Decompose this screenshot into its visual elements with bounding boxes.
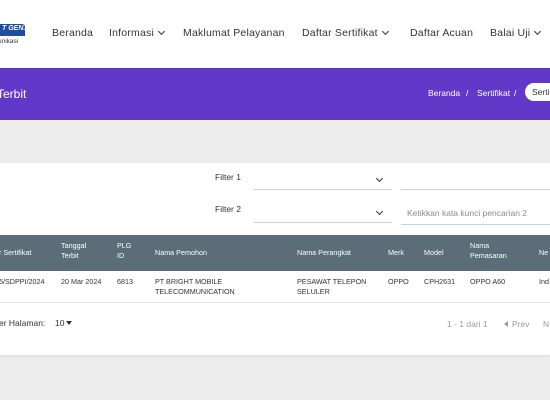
nav-label: Beranda [52,27,94,39]
cell-perangkat: PESAWAT TELEPON SELULER [297,277,367,296]
chevron-down-icon [381,27,389,36]
logo-text: T GEN. [2,25,26,32]
breadcrumb-beranda[interactable]: Beranda [428,88,460,98]
column-header-tanggal-terbit[interactable]: Tanggal Terbit [61,241,86,261]
cell-model: CPH2631 [424,277,456,286]
breadcrumb-separator: / [466,88,469,98]
column-header-nama-pemohon[interactable]: Nama Pemohon [155,248,207,258]
breadcrumb-current-label: Serti [532,87,550,97]
breadcrumb-current: Serti [525,83,550,101]
next-label: N [543,319,550,329]
chevron-down-icon [375,207,384,216]
search-input-2[interactable] [401,201,550,225]
pagination-range: 1 - 1 dari 1 [447,319,488,329]
nav-item-beranda[interactable]: Beranda [52,27,93,39]
next-page-button[interactable]: N [543,319,549,329]
nav-label: Informasi [109,27,154,39]
site-logo[interactable]: T GEN. [0,24,25,36]
nav-item-daftar-sertifikat[interactable]: Daftar Sertifikat [302,27,389,39]
page-title: Terbit [0,87,27,101]
nav-item-daftar-acuan[interactable]: Daftar Acuan [410,27,473,39]
certificate-list-card: Filter 1 Filter 2 r Sertifikat TanggalTe… [0,163,550,355]
nav-label: Daftar Acuan [410,27,474,39]
caret-down-icon [66,321,73,325]
row-divider [0,302,550,303]
filter1-label: Filter 1 [215,172,241,182]
cell-pemasaran: OPPO A60 [470,277,506,286]
chevron-down-icon [157,27,166,36]
per-page-select[interactable]: 10 [55,318,73,328]
breadcrumb-sertifikat[interactable]: Sertifikat [477,88,510,98]
nav-label: Daftar Sertifikat [302,27,378,39]
cell-tanggal: 20 Mar 2024 [61,277,102,286]
filter2-select[interactable] [254,201,392,223]
column-header-nama-pemasaran[interactable]: Nama Pemasaran [470,241,507,261]
breadcrumb-separator: / [514,88,517,98]
chevron-down-icon [534,27,542,36]
table-header: r Sertifikat Tanggal Terbit PLG ID Nama Pe… [0,235,550,271]
nav-item-balai-uji[interactable]: Balai Uji [490,27,542,39]
cell-sertifikat: 5/SDPPI/2024 [0,277,45,286]
logo-subtitle: unikasi [0,38,19,45]
search-input-1[interactable] [401,168,550,190]
per-page-value: 10 [55,318,65,328]
filter2-label: Filter 2 [215,204,241,214]
cell-plg-id: 6813 [117,277,133,286]
nav-item-maklumat-pelayanan[interactable]: Maklumat Pelayanan [183,27,285,39]
nav-item-informasi[interactable]: Informasi [109,27,166,39]
per-page-label: er Halaman: [0,318,46,328]
cell-merk: OPPO [388,277,409,286]
column-header-nama-perangkat[interactable]: Nama Perangkat [297,248,351,258]
chevron-down-icon [375,174,384,183]
page-header: Terbit Beranda / Sertifikat / Serti [0,68,550,120]
top-navbar: T GEN. unikasi Beranda Informasi Makluma… [0,0,550,68]
nav-label: Balai Uji [490,27,531,39]
prev-page-button[interactable]: Prev [504,319,529,329]
column-header-model[interactable]: Model [424,248,444,258]
column-header-plg-id[interactable]: PLG ID [117,241,131,261]
filter1-select[interactable] [254,168,392,190]
cell-negara: Ind [539,277,549,286]
caret-left-icon [504,321,508,327]
prev-label: Prev [512,319,530,329]
column-header-negara[interactable]: Ne [539,248,548,258]
cell-pemohon: PT BRIGHT MOBILE TELECOMMUNICATION [155,277,235,296]
nav-label: Maklumat Pelayanan [183,27,285,39]
column-header-sertifikat[interactable]: r Sertifikat [0,248,31,258]
column-header-merk[interactable]: Merk [388,248,404,258]
